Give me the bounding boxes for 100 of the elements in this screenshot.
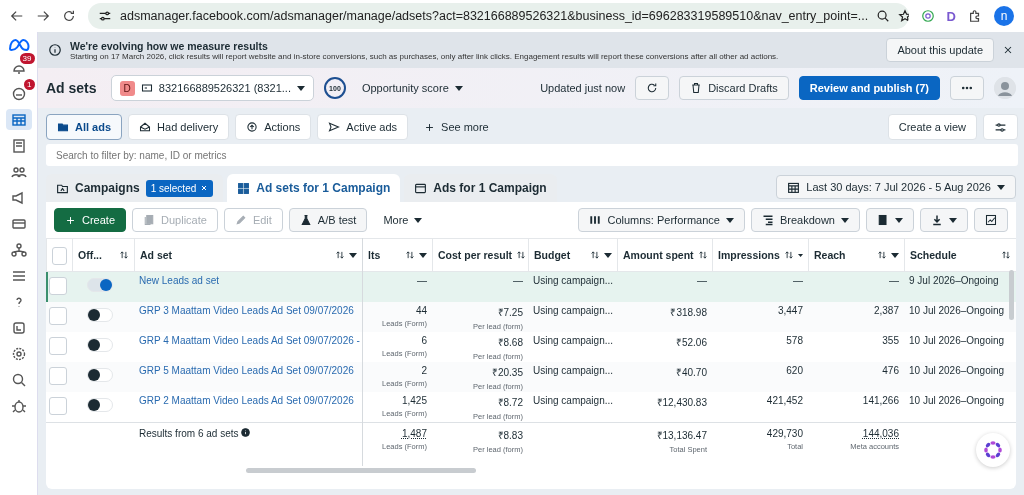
- create-view-button[interactable]: Create a view: [887, 114, 977, 140]
- ad-set-link[interactable]: GRP 2 Maattam Video Leads Ad Set 09/07/2026: [139, 395, 354, 406]
- account-name: 832166889526321 (8321...: [158, 82, 291, 94]
- sort-icon: [405, 250, 415, 260]
- profile-avatar[interactable]: n: [994, 6, 1014, 26]
- filter-chip[interactable]: All ads: [46, 114, 123, 140]
- abtest-button[interactable]: A/B test: [288, 208, 368, 232]
- account-icon: [140, 82, 153, 94]
- table-cell: Using campaign...: [533, 305, 614, 316]
- horizontal-scrollbar[interactable]: [246, 468, 476, 473]
- sparkle-icon: [982, 439, 1004, 461]
- extension-icon: [920, 9, 935, 23]
- row-checkbox[interactable]: [49, 337, 67, 355]
- table-cell: 10 Jul 2026–Ongoing: [909, 395, 1005, 406]
- review-publish-button[interactable]: Review and publish (7): [798, 76, 940, 100]
- create-button[interactable]: Create: [54, 208, 127, 232]
- table-cell: —: [889, 275, 899, 286]
- download-icon: [931, 214, 943, 226]
- banner-text: Starting on 17 March 2026, click results will report website and in-store conversions, such as purchases, only after link clicks. Engagement results will report these conversions after all other ad actions.: [70, 51, 780, 61]
- row-checkbox[interactable]: [49, 367, 67, 385]
- notification-badge: 39: [19, 53, 35, 64]
- table-cell-text: ₹52.06: [675, 336, 707, 349]
- table-cell: 6: [421, 335, 427, 346]
- toggle-switch[interactable]: [87, 338, 113, 352]
- send-icon: [328, 121, 341, 133]
- toggle-switch[interactable]: [87, 308, 113, 322]
- filter-chip[interactable]: Had delivery: [128, 114, 230, 140]
- columns-button[interactable]: Columns: Performance: [578, 208, 745, 232]
- ad-set-link[interactable]: GRP 4 Maattam Video Leads Ad Set 09/07/2026 -: [139, 335, 360, 346]
- table-cell-text: ₹318.98: [670, 306, 707, 319]
- ad-set-link[interactable]: New Leads ad set: [139, 275, 220, 286]
- row-checkbox[interactable]: [49, 307, 67, 325]
- notification-badge: 1: [24, 79, 35, 90]
- breakdown-icon: [761, 214, 774, 226]
- charts-button[interactable]: [974, 208, 1008, 232]
- summary-value: 1,487: [401, 428, 427, 439]
- reports-icon: [877, 214, 889, 226]
- back-icon: [10, 9, 24, 23]
- tab[interactable]: Ad sets for 1 Campaign: [227, 174, 401, 202]
- logo-icon[interactable]: [7, 38, 30, 52]
- plus-icon: [65, 214, 76, 226]
- ad-icon: [414, 181, 428, 195]
- sort-icon: [1001, 250, 1011, 260]
- opportunity-score-button[interactable]: Opportunity score: [351, 76, 473, 100]
- selection-badge[interactable]: 1 selected: [145, 179, 214, 197]
- search-icon: [10, 371, 27, 388]
- toggle-switch[interactable]: [87, 278, 113, 292]
- summary-value: 144,036: [862, 428, 899, 439]
- address-bar[interactable]: adsmanager.facebook.com/adsmanager/manage/adsets?act=832166889526321&business_id=696283319589510&nav_entry_point=...: [88, 3, 909, 29]
- table-cell: 10 Jul 2026–Ongoing: [909, 305, 1005, 316]
- search-field[interactable]: Search to filter by: name, ID or metrics: [46, 144, 1018, 166]
- document-icon: [10, 137, 27, 154]
- profile-extension[interactable]: D: [946, 8, 956, 24]
- caret-icon: [349, 252, 357, 258]
- sidebar-item[interactable]: [5, 109, 32, 130]
- table-cell: 2: [421, 365, 427, 376]
- sort-icon: [119, 250, 129, 260]
- table-cell: Using campaign...: [533, 335, 614, 346]
- column-header[interactable]: Ad set: [134, 238, 362, 272]
- discard-drafts-button[interactable]: Discard Drafts: [679, 76, 789, 100]
- caret-icon: [895, 217, 903, 223]
- filter-chip[interactable]: Active ads: [317, 114, 409, 140]
- breakdown-button[interactable]: Breakdown: [750, 208, 860, 232]
- settings-button[interactable]: [983, 114, 1018, 140]
- columns-icon: [589, 214, 602, 226]
- reload-icon: [62, 9, 76, 23]
- row-checkbox[interactable]: [49, 397, 67, 415]
- table-cell: 2,387: [873, 305, 899, 316]
- table-cell: —: [417, 275, 427, 286]
- refresh-button[interactable]: [635, 76, 670, 100]
- assistant-button[interactable]: [976, 433, 1010, 467]
- sliders-icon: [994, 120, 1007, 134]
- more-button[interactable]: More: [373, 208, 433, 232]
- close-icon: [1002, 44, 1014, 56]
- reports-button[interactable]: [866, 208, 914, 232]
- action-icon: [246, 121, 259, 133]
- select-all-checkbox[interactable]: [52, 247, 67, 265]
- table-cell-text: ₹20.35: [491, 366, 523, 379]
- sort-icon: [697, 250, 708, 260]
- table-cell-text: ₹8.72: [497, 396, 523, 409]
- table-cell: —: [793, 275, 803, 286]
- toggle-switch[interactable]: [87, 368, 113, 382]
- export-button[interactable]: [920, 208, 968, 232]
- see-more-button[interactable]: See more: [414, 115, 499, 139]
- site-info-icon: [98, 9, 112, 23]
- table-cell: 1,425: [401, 395, 427, 406]
- table-cell: Using campaign...: [533, 275, 614, 286]
- row-checkbox[interactable]: [49, 277, 67, 295]
- table-cell: 620: [786, 365, 803, 376]
- filter-chip[interactable]: Actions: [235, 114, 312, 140]
- settings-icon: [10, 345, 27, 362]
- sort-icon: [590, 250, 600, 260]
- account-selector[interactable]: D 832166889526321 (8321...: [110, 75, 314, 101]
- toggle-switch[interactable]: [87, 398, 113, 412]
- plus-icon: [424, 121, 436, 133]
- table-cell: 44: [415, 305, 427, 316]
- grid-icon: [237, 181, 251, 195]
- date-range-button[interactable]: Last 30 days: 7 Jul 2026 - 5 Aug 2026: [776, 175, 1016, 199]
- about-update-button[interactable]: About this update: [886, 38, 994, 62]
- vertical-scrollbar[interactable]: [1009, 270, 1014, 320]
